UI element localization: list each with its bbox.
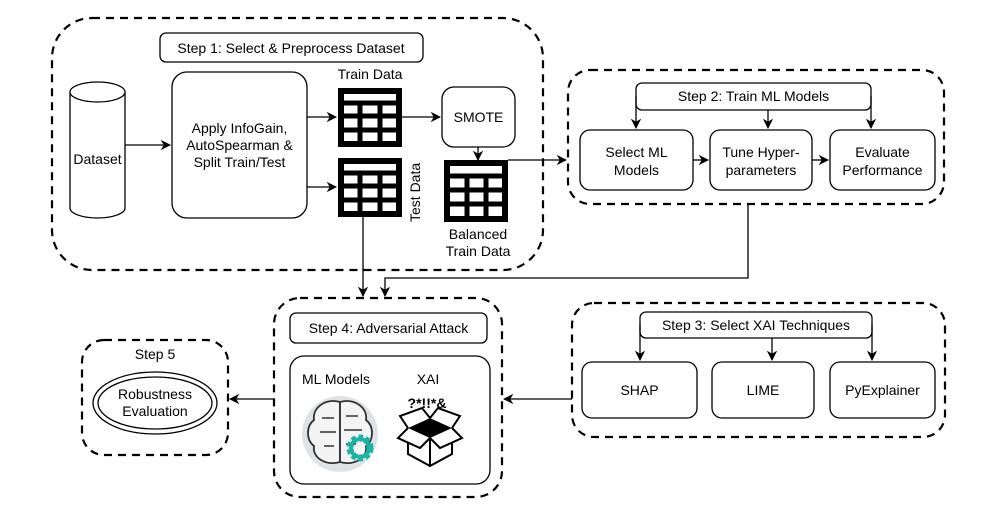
- step3-group: Step 3: Select XAI Techniques SHAP LIME …: [570, 301, 947, 439]
- pyexplainer-label: PyExplainer: [845, 382, 920, 398]
- evaluate-line-2: Performance: [842, 162, 922, 178]
- select-ml-line-1: Select ML: [605, 144, 667, 160]
- dataset-label: Dataset: [73, 151, 121, 167]
- robustness-line-1: Robustness: [118, 386, 192, 402]
- select-ml-line-2: Models: [614, 162, 659, 178]
- step5-label: Step 5: [135, 346, 176, 362]
- step4-label: Step 4: Adversarial Attack: [309, 320, 470, 336]
- arrow-step2-step4: [379, 204, 749, 298]
- select-ml-box: [579, 129, 694, 191]
- evaluate-line-1: Evaluate: [855, 144, 910, 160]
- smote-label: SMOTE: [454, 109, 504, 125]
- ml-models-label: ML Models: [302, 371, 370, 387]
- dataset-cylinder: Dataset: [69, 81, 126, 219]
- apply-line-2: AutoSpearman &: [186, 137, 293, 153]
- train-data-label: Train Data: [338, 66, 403, 82]
- step5-group: Step 5 Robustness Evaluation: [80, 338, 230, 457]
- train-table-icon: [338, 88, 402, 147]
- balanced-line-2: Train Data: [446, 243, 511, 259]
- tune-box: [709, 129, 813, 191]
- tune-line-2: parameters: [726, 162, 797, 178]
- apply-line-1: Apply InfoGain,: [192, 120, 288, 136]
- step2-group: Step 2: Train ML Models Select ML Models…: [566, 68, 946, 206]
- step4-group: Step 4: Adversarial Attack ML Models XAI…: [272, 296, 504, 499]
- robustness-line-2: Evaluation: [122, 403, 187, 419]
- shap-label: SHAP: [620, 382, 658, 398]
- balanced-line-1: Balanced: [449, 226, 507, 242]
- test-table-icon: [338, 158, 402, 217]
- workflow-diagram: Step 1: Select & Preprocess Dataset Data…: [50, 16, 947, 499]
- test-data-label: Test Data: [407, 163, 423, 222]
- xai-label: XAI: [417, 371, 440, 387]
- evaluate-box: [829, 129, 936, 191]
- apply-line-3: Split Train/Test: [194, 154, 286, 170]
- tune-line-1: Tune Hyper-: [722, 144, 800, 160]
- step2-label: Step 2: Train ML Models: [678, 88, 829, 104]
- lime-label: LIME: [747, 382, 780, 398]
- step3-label: Step 3: Select XAI Techniques: [662, 317, 850, 333]
- step1-label: Step 1: Select & Preprocess Dataset: [177, 40, 404, 56]
- balanced-table-icon: [444, 160, 508, 222]
- brain-gear-icon: [301, 396, 381, 472]
- step1-group: Step 1: Select & Preprocess Dataset Data…: [50, 16, 545, 272]
